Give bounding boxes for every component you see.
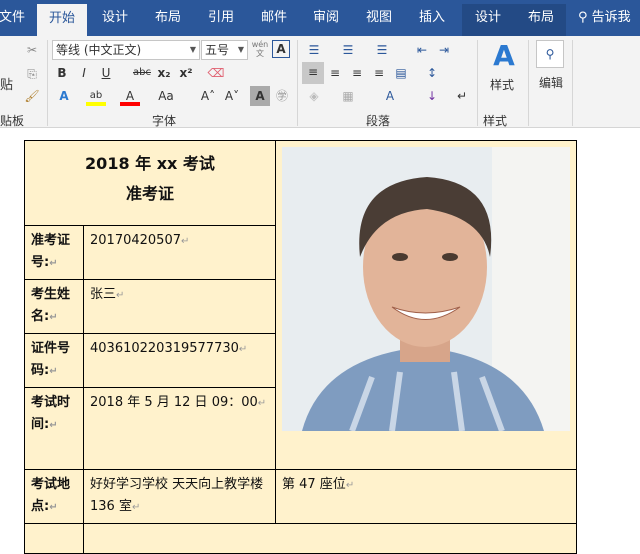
- clipboard-group-label: 贴板: [0, 114, 25, 128]
- next-row-value: [83, 523, 577, 554]
- photo-cell: [275, 140, 577, 470]
- char-border-icon[interactable]: A: [272, 40, 290, 58]
- font-group-label: 字体: [152, 114, 177, 128]
- copy-icon[interactable]: ⎘: [22, 64, 42, 84]
- styles-group-label: 样式: [483, 114, 508, 128]
- editing-button[interactable]: 编辑: [539, 74, 563, 91]
- tell-me-search[interactable]: ⚲ 告诉我: [578, 0, 640, 36]
- label-exam-time: 考试时间:↵: [24, 387, 84, 470]
- shrink-font-icon[interactable]: A˅: [222, 86, 242, 106]
- styles-button[interactable]: 样式: [490, 76, 514, 93]
- label-id-number: 证件号码:↵: [24, 333, 84, 388]
- show-marks-icon[interactable]: ↵: [452, 86, 472, 106]
- tab-mailings[interactable]: 邮件: [259, 0, 289, 36]
- align-right-icon[interactable]: ≡: [347, 63, 367, 83]
- decrease-indent-icon[interactable]: ⇤: [412, 40, 432, 60]
- sort-icon[interactable]: ↓: [422, 86, 442, 106]
- italic-button[interactable]: I: [74, 63, 94, 83]
- multilevel-list-icon[interactable]: ☰: [372, 40, 392, 60]
- ticket-subtitle: 准考证: [125, 184, 174, 203]
- bullets-icon[interactable]: ☰: [304, 40, 324, 60]
- bold-button[interactable]: B: [52, 63, 72, 83]
- next-row-label: [24, 523, 84, 554]
- borders-icon[interactable]: ▦: [338, 86, 358, 106]
- tab-references[interactable]: 引用: [206, 0, 236, 36]
- title-cell: 2018 年 xx 考试 准考证: [24, 140, 276, 226]
- cut-icon[interactable]: ✂: [22, 40, 42, 60]
- search-label: 告诉我: [591, 10, 631, 25]
- highlight-color-icon[interactable]: ab: [86, 86, 106, 106]
- format-painter-icon[interactable]: 🖌: [22, 86, 42, 106]
- clear-formatting-icon[interactable]: ⌫: [206, 63, 226, 83]
- align-left-icon[interactable]: ≡: [302, 62, 324, 84]
- search-icon: ⚲: [578, 10, 588, 25]
- admission-ticket-table: 2018 年 xx 考试 准考证 准考证号:↵ 20170420507↵ 考生姓名…: [24, 140, 577, 554]
- change-case-button[interactable]: Aa: [154, 86, 178, 106]
- value-ticket-number: 20170420507↵: [83, 225, 276, 280]
- superscript-button[interactable]: x²: [176, 63, 196, 83]
- tab-design[interactable]: 设计: [100, 0, 130, 36]
- align-center-icon[interactable]: ≡: [325, 63, 345, 83]
- increase-indent-icon[interactable]: ⇥: [434, 40, 454, 60]
- justify-icon[interactable]: ≡: [369, 63, 389, 83]
- tab-file[interactable]: 文件: [0, 0, 30, 36]
- value-name: 张三↵: [83, 279, 276, 334]
- tab-insert[interactable]: 插入: [417, 0, 447, 36]
- font-size-select[interactable]: 五号 ▼: [201, 40, 248, 60]
- tab-view[interactable]: 视图: [364, 0, 394, 36]
- find-icon[interactable]: ⚲: [536, 40, 564, 68]
- value-exam-location: 好好学习学校 天天向上教学楼 136 室↵: [83, 469, 276, 524]
- shading-icon[interactable]: ◈: [304, 86, 324, 106]
- exam-title: 2018 年 xx 考试: [85, 154, 215, 173]
- tab-table-layout[interactable]: 布局: [526, 0, 556, 36]
- enclose-char-icon[interactable]: ㊫: [272, 86, 292, 106]
- label-name: 考生姓名:↵: [24, 279, 84, 334]
- paste-button[interactable]: 贴: [0, 74, 13, 93]
- font-name-select[interactable]: 等线 (中文正文) ▼: [52, 40, 200, 60]
- ribbon-tabs: 文件 开始 设计 布局 引用 邮件 审阅 视图 插入 设计 布局 ⚲ 告诉我: [0, 0, 640, 36]
- tab-home[interactable]: 开始: [37, 4, 87, 36]
- tab-review[interactable]: 审阅: [311, 0, 341, 36]
- line-spacing-icon[interactable]: ↕: [422, 63, 442, 83]
- label-exam-location: 考试地点:↵: [24, 469, 84, 524]
- char-shading-icon[interactable]: A: [250, 86, 270, 106]
- value-seat: 第 47 座位↵: [275, 469, 577, 524]
- distributed-icon[interactable]: ▤: [391, 63, 411, 83]
- subscript-button[interactable]: x₂: [154, 63, 174, 83]
- value-exam-time: 2018 年 5 月 12 日 09：00↵: [83, 387, 276, 470]
- strikethrough-button[interactable]: abc: [130, 63, 154, 83]
- tab-table-design[interactable]: 设计: [473, 0, 503, 36]
- candidate-photo: [282, 147, 570, 433]
- chinese-layout-icon[interactable]: A: [380, 86, 400, 106]
- paragraph-group-label: 段落: [366, 114, 391, 128]
- grow-font-icon[interactable]: A˄: [198, 86, 218, 106]
- phonetic-guide-icon[interactable]: wén文: [250, 40, 270, 60]
- text-effects-icon[interactable]: A: [54, 86, 74, 106]
- font-color-icon[interactable]: A: [120, 86, 140, 106]
- numbering-icon[interactable]: ☰: [338, 40, 358, 60]
- ribbon: 贴 ✂ ⎘ 🖌 贴板 等线 (中文正文) ▼ 五号 ▼ wén文 A B I U a…: [0, 36, 640, 128]
- label-ticket-number: 准考证号:↵: [24, 225, 84, 280]
- tab-layout[interactable]: 布局: [153, 0, 183, 36]
- styles-icon[interactable]: A: [490, 40, 518, 72]
- underline-button[interactable]: U: [96, 63, 116, 83]
- value-id-number: 403610220319577730↵: [83, 333, 276, 388]
